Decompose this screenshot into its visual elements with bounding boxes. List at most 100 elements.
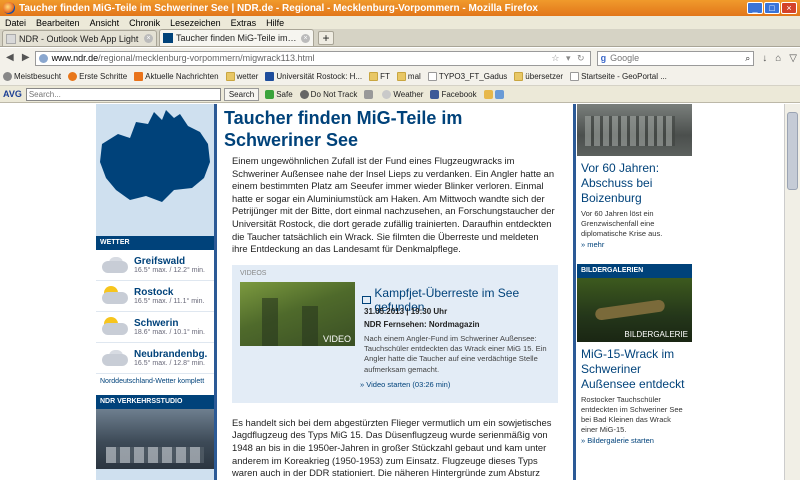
video-thumbnail[interactable]: VIDEO <box>240 281 355 346</box>
avg-trash[interactable] <box>364 89 375 99</box>
menu-hilfe[interactable]: Hilfe <box>261 18 289 28</box>
video-start-link[interactable]: » Video starten (03:26 min) <box>360 380 450 389</box>
bookmark-label: Meistbesucht <box>14 72 62 81</box>
monitor-icon <box>362 295 372 304</box>
gallery-start-link[interactable]: » Bildergalerie starten <box>577 435 692 445</box>
close-tab-icon[interactable]: × <box>301 33 310 43</box>
avg-toolbar: AVG Search Safe Do Not Track Weather Fac… <box>0 86 800 103</box>
avg-search-button[interactable]: Search <box>223 87 260 101</box>
bookmark-mal[interactable]: mal <box>396 72 421 81</box>
weather-row-schwerin[interactable]: Schwerin 18.6° max. / 10.1° min. <box>96 312 214 343</box>
teaser-text: Vor 60 Jahren löst ein Grenzwischenfall … <box>581 209 663 238</box>
download-icon[interactable]: ↓ <box>762 53 767 64</box>
menu-datei[interactable]: Datei <box>0 18 31 28</box>
menu-bearbeiten[interactable]: Bearbeiten <box>31 18 85 28</box>
weather-city: Schwerin <box>134 318 179 329</box>
weather-row-rostock[interactable]: Rostock 16.5° max. / 11.1° min. <box>96 281 214 312</box>
close-tab-icon[interactable]: × <box>144 34 153 43</box>
bookmark-typo3[interactable]: TYPO3_FT_Gadus <box>427 72 507 81</box>
bookmark-star-icon[interactable]: ☆ ▾ ↻ <box>551 53 586 64</box>
bookmark-meistbesucht[interactable]: Meistbesucht <box>3 72 61 81</box>
weather-cloud-icon <box>382 89 392 99</box>
tab-outlook[interactable]: NDR - Outlook Web App Light × <box>2 30 157 46</box>
tab-ndr-article[interactable]: Taucher finden MiG-Teile im Schweriner S… <box>159 29 314 46</box>
search-input[interactable]: g Google ⌕ <box>596 50 755 66</box>
url-host: www.ndr.de <box>51 53 99 63</box>
teaser-more-link[interactable]: » mehr <box>577 239 692 249</box>
menu-lesezeichen[interactable]: Lesezeichen <box>165 18 226 28</box>
bookmark-label: Erste Schritte <box>79 72 128 81</box>
video-teaser: VIDEOS VIDEO Kampfjet-Überreste im See g… <box>232 264 558 403</box>
avg-weather[interactable]: Weather <box>382 89 423 99</box>
avg-search-input[interactable] <box>25 87 221 101</box>
back-arrow-icon[interactable]: ◀ <box>3 51 17 65</box>
minimize-button[interactable]: _ <box>747 2 763 14</box>
gallery-header: BILDERGALERIEN <box>577 264 692 278</box>
gear-icon <box>3 72 12 81</box>
globe-icon <box>38 53 48 63</box>
window-title: Taucher finden MiG-Teile im Schweriner S… <box>19 2 538 14</box>
page-scrollbar[interactable] <box>784 104 800 480</box>
avg-extra-icons[interactable] <box>483 89 506 99</box>
menu-ansicht[interactable]: Ansicht <box>85 18 125 28</box>
document-icon <box>427 72 437 81</box>
bookmark-erste-schritte[interactable]: Erste Schritte <box>68 72 127 81</box>
right-sidebar: Vor 60 Jahren: Abschuss bei Boizenburg V… <box>577 104 692 480</box>
weather-city: Greifswald <box>134 256 186 267</box>
bookmark-ft[interactable]: FT <box>369 72 390 81</box>
plane-wreck-shape <box>594 299 666 321</box>
avg-do-not-track[interactable]: Do Not Track <box>299 89 358 99</box>
weather-city: Rostock <box>134 287 174 298</box>
teaser-headline[interactable]: Vor 60 Jahren: Abschuss bei Boizenburg <box>577 156 692 206</box>
traffic-header: NDR VERKEHRSSTUDIO <box>96 395 214 409</box>
gallery-headline[interactable]: MiG-15-Wrack im Schweriner Außensee entd… <box>577 342 692 392</box>
forward-arrow-icon[interactable]: ▶ <box>19 51 33 65</box>
firefox-icon <box>68 72 78 81</box>
gallery-image[interactable]: BILDERGALERIE <box>577 278 692 342</box>
avg-item-label: Do Not Track <box>310 89 358 99</box>
bookmark-geoportal[interactable]: Startseite - GeoPortal ... <box>570 72 667 81</box>
bookmark-wetter[interactable]: wetter <box>225 72 258 81</box>
weather-row-neubrandenburg[interactable]: Neubrandenbg. 16.5° max. / 12.8° min. <box>96 343 214 374</box>
url-bar[interactable]: www.ndr.de /regional/mecklenburg-vorpomm… <box>34 50 591 66</box>
weather-complete-link[interactable]: Norddeutschland-Wetter komplett <box>96 374 214 395</box>
video-tag: VIDEO <box>322 333 351 344</box>
page-icon <box>6 33 16 44</box>
sun-cloud-icon <box>100 285 130 307</box>
addon-icon[interactable]: ▽ <box>789 53 797 64</box>
scrollbar-thumb[interactable] <box>787 112 798 190</box>
folder-icon <box>369 72 379 81</box>
videos-section-label: VIDEOS <box>240 269 267 277</box>
close-window-button[interactable]: × <box>781 2 797 14</box>
weather-list: Greifswald 16.5° max. / 12.2° min. Rostoc… <box>96 250 214 395</box>
divider <box>573 104 576 480</box>
teaser-image-boizenburg[interactable] <box>577 104 692 156</box>
search-magnifier-icon[interactable]: ⌕ <box>745 53 750 64</box>
facebook-icon <box>430 89 440 99</box>
video-description: Nach einem Angler-Fund im Schweriner Auß… <box>364 333 547 374</box>
avg-facebook[interactable]: Facebook <box>430 89 477 99</box>
menu-bar: Datei Bearbeiten Ansicht Chronik Lesezei… <box>0 16 800 29</box>
bookmark-label: mal <box>407 72 421 81</box>
shield-icon <box>265 89 275 99</box>
new-tab-button[interactable]: + <box>318 31 334 45</box>
avg-logo[interactable]: AVG <box>3 89 22 99</box>
article-lead: Einem ungewöhnlichen Zufall ist der Fund… <box>232 155 555 255</box>
mv-map[interactable] <box>96 104 214 236</box>
weather-row-greifswald[interactable]: Greifswald 16.5° max. / 12.2° min. <box>96 250 214 281</box>
bookmark-uni-rostock[interactable]: Universität Rostock: H... <box>265 72 362 81</box>
bookmark-aktuelle-nachrichten[interactable]: Aktuelle Nachrichten <box>134 72 219 81</box>
bookmark-uebersetzer[interactable]: übersetzer <box>514 72 563 81</box>
article: Taucher finden MiG-Teile im Schweriner S… <box>224 104 564 480</box>
traffic-image[interactable] <box>96 409 214 469</box>
gallery-tag: BILDERGALERIE <box>624 330 688 339</box>
menu-extras[interactable]: Extras <box>226 18 262 28</box>
menu-chronik[interactable]: Chronik <box>124 18 165 28</box>
tab-bar: NDR - Outlook Web App Light × Taucher fi… <box>0 29 800 47</box>
avg-safe[interactable]: Safe <box>265 89 293 99</box>
tab-label: NDR - Outlook Web App Light <box>19 33 139 44</box>
maximize-button[interactable]: □ <box>764 2 780 14</box>
home-icon[interactable]: ⌂ <box>775 53 781 64</box>
weather-header: WETTER <box>96 236 214 250</box>
ndr-favicon-icon <box>163 33 173 43</box>
